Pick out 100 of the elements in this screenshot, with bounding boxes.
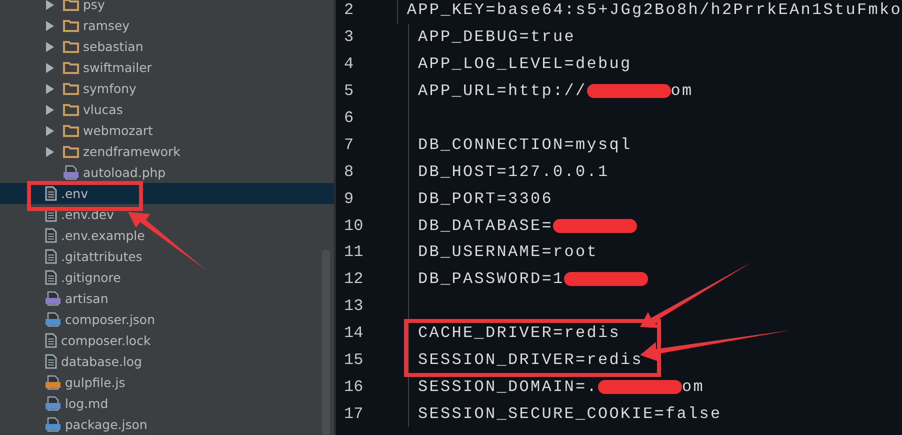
tree-item[interactable]: composer.json: [0, 309, 334, 330]
tree-item[interactable]: webmozart: [0, 120, 334, 141]
file-name: symfony: [83, 81, 136, 96]
file-icon: [45, 228, 57, 243]
code-line: SESSION_SECURE_COOKIE=false: [418, 404, 722, 423]
tree-item[interactable]: vlucas: [0, 99, 334, 120]
tree-item[interactable]: sebastian: [0, 36, 334, 57]
code-line: APP_KEY=base64:s5+JGg2Bo8h/h2PrrkEAn1StuFmko: [406, 1, 902, 20]
file-name: psy: [83, 0, 105, 12]
line-number: 7: [343, 136, 355, 154]
folder-icon: [63, 0, 79, 11]
json-file-icon: [45, 312, 61, 327]
line-number: 14: [343, 324, 364, 342]
expand-arrow-icon[interactable]: [45, 104, 55, 114]
file-name: zendframework: [83, 144, 180, 159]
js-file-icon: [45, 375, 61, 390]
json-file-icon: [45, 417, 61, 432]
file-name: database.log: [61, 354, 142, 369]
php-file-icon: [45, 291, 61, 306]
line-number: 5: [343, 82, 355, 100]
tree-item[interactable]: .env.dev: [0, 204, 334, 225]
file-icon: [45, 249, 57, 264]
tree-item[interactable]: artisan: [0, 288, 334, 309]
tree-item[interactable]: database.log: [0, 351, 334, 372]
expand-arrow-icon[interactable]: [45, 20, 55, 30]
tree-item[interactable]: .env.example: [0, 225, 334, 246]
code-line: DB_HOST=127.0.0.1: [418, 162, 610, 181]
file-icon: [45, 354, 57, 369]
code-line: DB_PASSWORD=1: [418, 270, 564, 288]
file-name: gulpfile.js: [65, 375, 126, 390]
tree-item[interactable]: package.json: [0, 414, 334, 435]
code-line: APP_DEBUG=true: [418, 28, 576, 46]
code-line: DB_DATABASE=: [418, 216, 554, 235]
file-icon: [45, 186, 57, 201]
tree-item[interactable]: ramsey: [0, 15, 334, 36]
code-line: SESSION_DOMAIN=.: [418, 378, 598, 396]
line-number: 10: [343, 216, 364, 235]
folder-icon: [63, 124, 79, 137]
file-name: webmozart: [83, 123, 153, 138]
php-file-icon: [63, 165, 79, 180]
expand-arrow-icon[interactable]: [45, 126, 55, 136]
code-line: APP_LOG_LEVEL=debug: [418, 55, 632, 74]
tree-item[interactable]: gulpfile.js: [0, 372, 334, 393]
code-line: DB_CONNECTION=mysql: [418, 136, 632, 154]
tree-item[interactable]: .env: [0, 183, 334, 204]
file-name: swiftmailer: [83, 60, 152, 75]
folder-icon: [63, 40, 79, 53]
file-name: .env.dev: [61, 207, 114, 222]
tree-item[interactable]: .gitattributes: [0, 246, 334, 267]
tree-item[interactable]: psy: [0, 0, 334, 15]
file-icon: [45, 270, 57, 285]
line-number: 9: [343, 190, 355, 208]
file-name: ramsey: [83, 18, 130, 33]
tree-item[interactable]: composer.lock: [0, 330, 334, 351]
line-number: 12: [343, 270, 364, 288]
file-name: .env: [61, 186, 88, 201]
file-name: package.json: [65, 417, 148, 432]
code-line: CACHE_DRIVER=redis: [418, 324, 621, 342]
expand-arrow-icon[interactable]: [45, 0, 55, 10]
folder-icon: [63, 19, 79, 32]
folder-icon: [63, 103, 79, 116]
file-name: composer.json: [65, 312, 156, 327]
line-number: 13: [343, 297, 364, 316]
line-number: 17: [343, 404, 364, 423]
code-line: SESSION_DRIVER=redis: [418, 351, 644, 370]
code-line: APP_URL=http://: [418, 82, 587, 100]
file-name: .gitattributes: [61, 249, 142, 264]
tree-item[interactable]: symfony: [0, 78, 334, 99]
line-number: 6: [343, 109, 355, 127]
code-line: DB_USERNAME=root: [418, 243, 598, 262]
file-name: composer.lock: [61, 333, 151, 348]
tree-item[interactable]: .gitignore: [0, 267, 334, 288]
code-line: DB_PORT=3306: [418, 190, 554, 208]
file-name: vlucas: [83, 102, 123, 117]
folder-icon: [63, 145, 79, 158]
line-number: 8: [343, 162, 355, 181]
file-name: .gitignore: [61, 270, 121, 285]
tree-item[interactable]: autoload.php: [0, 162, 334, 183]
file-name: autoload.php: [83, 165, 166, 180]
line-number: 15: [343, 351, 364, 370]
line-number: 16: [343, 378, 364, 396]
expand-arrow-icon[interactable]: [45, 84, 55, 94]
expand-arrow-icon[interactable]: [45, 62, 55, 72]
code-text: om: [670, 82, 694, 100]
line-number: 3: [343, 28, 355, 46]
md-file-icon: [45, 396, 61, 411]
line-number: 11: [343, 243, 364, 262]
tree-item[interactable]: zendframework: [0, 141, 334, 162]
tree-item[interactable]: swiftmailer: [0, 57, 334, 78]
tree-item[interactable]: log.md: [0, 393, 334, 414]
expand-arrow-icon[interactable]: [45, 146, 55, 156]
file-name: artisan: [65, 291, 108, 306]
line-number: 2: [343, 1, 355, 20]
line-number: 4: [343, 55, 355, 74]
file-name: sebastian: [83, 39, 144, 54]
folder-icon: [63, 82, 79, 95]
code-text: om: [682, 378, 705, 396]
expand-arrow-icon[interactable]: [45, 42, 55, 52]
file-name: log.md: [65, 396, 108, 411]
file-name: .env.example: [61, 228, 145, 243]
